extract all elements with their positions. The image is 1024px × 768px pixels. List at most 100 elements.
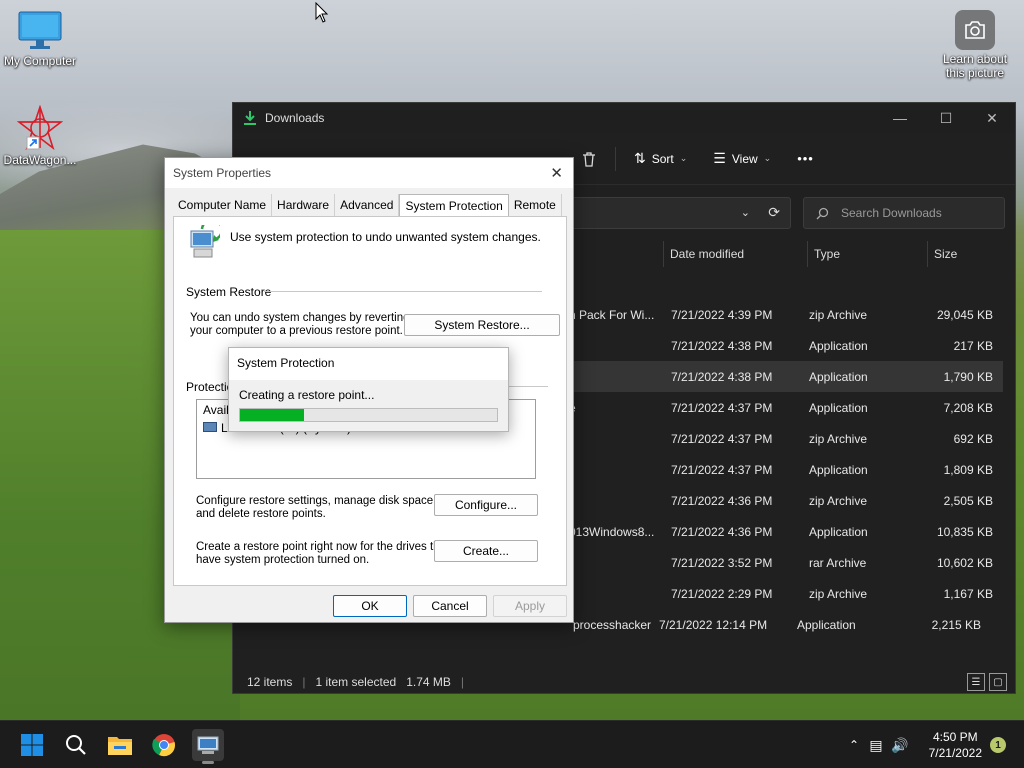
system-restore-button[interactable]: System Restore... xyxy=(404,314,560,336)
desktop-icon-label: DataWagon... xyxy=(3,153,77,167)
restore-description: You can undo system changes by reverting… xyxy=(190,312,410,338)
create-description: Create a restore point right now for the… xyxy=(196,541,449,567)
system-properties-icon xyxy=(197,736,219,754)
configure-desc-line2: and delete restore points. xyxy=(196,508,326,520)
maximize-button[interactable]: ☐ xyxy=(923,103,969,133)
progress-bar xyxy=(239,408,498,422)
details-view-icon[interactable]: ☰ xyxy=(967,673,985,691)
table-row[interactable]: n Pack For Wi... 7/21/2022 4:39 PM zip Arc… xyxy=(563,299,1003,330)
view-label: View xyxy=(731,151,758,166)
system-properties-taskbar-button[interactable] xyxy=(192,729,224,764)
desktop-icon-my-computer[interactable]: My Computer xyxy=(0,10,80,68)
ok-button[interactable]: OK xyxy=(333,595,407,617)
sort-button[interactable]: ⇅ Sort ⌄ xyxy=(626,146,695,171)
search-box[interactable]: Search Downloads xyxy=(803,197,1005,229)
table-row[interactable]: 013Windows8... 7/21/2022 4:36 PM Applicati… xyxy=(563,516,1003,547)
sort-icon: ⇅ xyxy=(634,150,646,166)
dialog-title: System Properties xyxy=(173,166,272,180)
desktop-icon-label: My Computer xyxy=(3,54,77,68)
clock[interactable]: 4:50 PM 7/21/2022 xyxy=(929,729,982,761)
table-row-selected[interactable]: 7/21/2022 4:38 PM Application 1,790 KB xyxy=(563,361,1003,392)
camera-icon xyxy=(955,10,995,50)
system-protection-progress-dialog[interactable]: System Protection Creating a restore poi… xyxy=(228,347,509,432)
more-options-button[interactable]: ••• xyxy=(789,147,822,170)
start-button[interactable] xyxy=(16,729,48,761)
chevron-up-icon[interactable]: ⌃ xyxy=(844,738,864,752)
tab-system-protection[interactable]: System Protection xyxy=(399,194,509,216)
table-row[interactable]: 7/21/2022 4:36 PM zip Archive 2,505 KB xyxy=(563,485,1003,516)
download-icon xyxy=(244,111,256,125)
file-type: Application xyxy=(809,524,868,539)
file-size: 1,167 KB xyxy=(943,586,993,601)
selection-count: 1 item selected xyxy=(315,675,397,689)
file-type: Application xyxy=(809,400,868,415)
refresh-icon[interactable]: ⟳ xyxy=(768,204,780,221)
table-row[interactable]: 7/21/2022 4:37 PM Application 1,809 KB xyxy=(563,454,1003,485)
close-icon[interactable]: ✕ xyxy=(550,164,563,182)
learn-about-picture[interactable]: Learn about this picture xyxy=(935,10,1015,80)
drive-icon xyxy=(203,422,217,432)
table-row[interactable]: e 7/21/2022 4:37 PM Application 7,208 KB xyxy=(563,392,1003,423)
dialog-titlebar[interactable]: System Properties xyxy=(165,158,573,188)
desktop-icon-datawagon[interactable]: DataWagon... xyxy=(0,105,80,167)
tiles-view-icon[interactable]: ▢ xyxy=(989,673,1007,691)
table-row[interactable]: 7/21/2022 3:52 PM rar Archive 10,602 KB xyxy=(563,547,1003,578)
apply-button[interactable]: Apply xyxy=(493,595,567,617)
notification-badge[interactable]: 1 xyxy=(990,737,1006,753)
table-row[interactable]: 7/21/2022 2:29 PM zip Archive 1,167 KB xyxy=(563,578,1003,609)
system-tray: ⌃ ▤ 🔊 xyxy=(844,721,912,768)
address-bar[interactable]: ⌄ ⟳ xyxy=(563,197,791,229)
create-button[interactable]: Create... xyxy=(434,540,538,562)
chrome-button[interactable] xyxy=(148,729,180,761)
file-type: Application xyxy=(797,617,856,632)
column-date[interactable]: Date modified xyxy=(663,241,807,267)
tab-hardware[interactable]: Hardware xyxy=(272,194,336,216)
minimize-button[interactable]: — xyxy=(877,103,923,133)
progress-dialog-body: Creating a restore point... xyxy=(229,380,508,431)
delete-button[interactable] xyxy=(573,147,605,171)
file-type: rar Archive xyxy=(809,555,867,570)
file-type: zip Archive xyxy=(809,586,868,601)
chevron-down-icon: ⌄ xyxy=(679,153,688,163)
column-type[interactable]: Type xyxy=(807,241,927,267)
configure-button[interactable]: Configure... xyxy=(434,494,538,516)
tab-computer-name[interactable]: Computer Name xyxy=(173,194,273,216)
file-date: 7/21/2022 4:38 PM xyxy=(671,369,773,384)
column-headers: Date modified Type Size xyxy=(663,241,1003,269)
volume-icon[interactable]: 🔊 xyxy=(888,737,912,754)
file-date: 7/21/2022 4:37 PM xyxy=(671,431,773,446)
chevron-down-icon[interactable]: ⌄ xyxy=(741,206,750,219)
group-divider xyxy=(264,291,542,292)
network-icon[interactable]: ▤ xyxy=(864,737,888,754)
tab-advanced[interactable]: Advanced xyxy=(335,194,400,216)
table-row[interactable]: 7/21/2022 4:37 PM zip Archive 692 KB xyxy=(563,423,1003,454)
file-list: n Pack For Wi... 7/21/2022 4:39 PM zip Arc… xyxy=(563,299,1003,640)
restore-desc-line1: You can undo system changes by reverting xyxy=(190,312,410,324)
progress-message: Creating a restore point... xyxy=(239,388,375,402)
system-restore-icon xyxy=(190,225,220,258)
view-button[interactable]: ☰ View ⌄ xyxy=(705,146,779,171)
column-size[interactable]: Size xyxy=(927,241,1003,267)
file-type: Application xyxy=(809,369,868,384)
tab-strip: Computer Name Hardware Advanced System P… xyxy=(173,194,562,216)
search-icon xyxy=(816,207,829,219)
file-size: 2,505 KB xyxy=(943,493,993,508)
file-type: zip Archive xyxy=(809,307,868,322)
file-type: zip Archive xyxy=(809,431,868,446)
close-button[interactable]: ✕ xyxy=(969,103,1015,133)
file-explorer-button[interactable] xyxy=(104,729,136,761)
file-date: 7/21/2022 4:39 PM xyxy=(671,307,773,322)
file-date: 7/21/2022 4:37 PM xyxy=(671,400,773,415)
tab-remote[interactable]: Remote xyxy=(509,194,562,216)
progress-dialog-title: System Protection xyxy=(237,356,335,370)
item-count: 12 items xyxy=(247,675,293,689)
file-date: 7/21/2022 2:29 PM xyxy=(671,586,773,601)
table-row[interactable]: 7/21/2022 4:38 PM Application 217 KB xyxy=(563,330,1003,361)
file-type: Application xyxy=(809,338,868,353)
search-button[interactable] xyxy=(60,729,92,761)
toolbar-divider xyxy=(615,146,616,171)
file-date: 7/21/2022 4:37 PM xyxy=(671,462,773,477)
cancel-button[interactable]: Cancel xyxy=(413,595,487,617)
file-size: 1,809 KB xyxy=(943,462,993,477)
restore-desc-line2: your computer to a previous restore poin… xyxy=(190,325,403,337)
